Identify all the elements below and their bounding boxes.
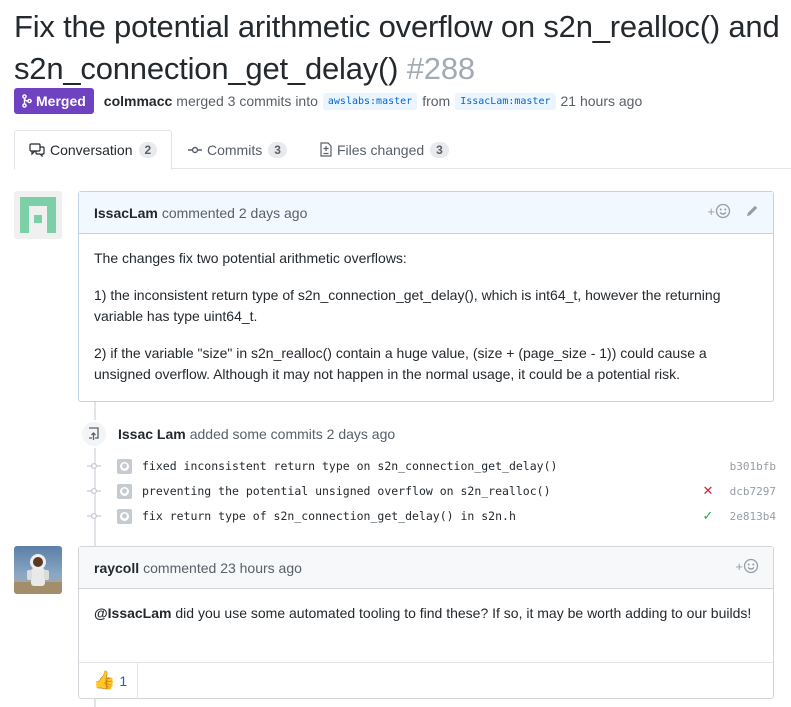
commit-message[interactable]: preventing the potential unsigned overfl… bbox=[142, 484, 701, 498]
event-author[interactable]: Issac Lam bbox=[118, 426, 186, 442]
comment-action: commented bbox=[143, 559, 217, 576]
pr-tabs: Conversation 2 Commits 3 Files changed 3 bbox=[14, 130, 791, 170]
commits-event: Issac Lam added some commits 2 days ago bbox=[80, 420, 395, 448]
pr-title-text: Fix the potential arithmetic overflow on… bbox=[14, 9, 780, 86]
avatar-raycoll[interactable] bbox=[14, 546, 62, 594]
tab-commits-label: Commits bbox=[207, 141, 263, 158]
comment-header: IssacLam commented 2 days ago + bbox=[79, 192, 773, 234]
smiley-icon bbox=[715, 203, 731, 219]
commit-message[interactable]: fixed inconsistent return type on s2n_co… bbox=[142, 459, 701, 473]
commit-avatar-icon bbox=[117, 483, 132, 499]
comment-author[interactable]: raycoll bbox=[94, 560, 139, 576]
git-commit-icon bbox=[188, 146, 202, 153]
tab-files-label: Files changed bbox=[337, 141, 425, 158]
file-diff-icon bbox=[320, 142, 332, 157]
pr-meta: Merged colmmacc merged 3 commits into aw… bbox=[14, 88, 642, 114]
reaction-thumbs-up[interactable]: 👍 1 bbox=[79, 662, 139, 699]
comment-body: The changes fix two potential arithmetic… bbox=[79, 234, 773, 399]
user-mention[interactable]: @IssacLam bbox=[94, 605, 171, 621]
identicon-icon bbox=[14, 191, 62, 239]
comment-paragraph: 1) the inconsistent return type of s2n_c… bbox=[94, 287, 721, 324]
tab-conversation[interactable]: Conversation 2 bbox=[14, 130, 173, 170]
reaction-count: 1 bbox=[119, 672, 128, 689]
git-commit-icon bbox=[86, 462, 102, 470]
tab-commits[interactable]: Commits 3 bbox=[174, 130, 301, 169]
reactions-bar: 👍 1 bbox=[79, 662, 773, 699]
comment-body: @IssacLam did you use some automated too… bbox=[79, 589, 773, 662]
check-success-icon[interactable]: ✓ bbox=[701, 509, 715, 524]
comment-paragraph: 2) if the variable "size" in s2n_realloc… bbox=[94, 345, 707, 382]
merged-label: Merged bbox=[36, 93, 86, 109]
git-commit-icon bbox=[86, 487, 102, 495]
commit-sha[interactable]: dcb7297 bbox=[720, 485, 776, 498]
commit-row: preventing the potential unsigned overfl… bbox=[86, 480, 776, 502]
base-branch[interactable]: awslabs:master bbox=[322, 92, 418, 110]
comment-actions: + bbox=[735, 558, 759, 574]
pencil-icon[interactable] bbox=[745, 204, 759, 218]
event-text: added some commits bbox=[189, 426, 323, 442]
event-time[interactable]: 2 days ago bbox=[327, 426, 396, 442]
comment-author[interactable]: IssacLam bbox=[94, 205, 158, 221]
smiley-icon bbox=[743, 558, 759, 574]
thumbs-up-icon: 👍 bbox=[93, 670, 116, 690]
tab-files-count: 3 bbox=[430, 141, 449, 158]
comment-time[interactable]: 23 hours ago bbox=[220, 560, 302, 576]
x-fail-icon[interactable]: ✕ bbox=[701, 484, 715, 499]
head-branch[interactable]: IssacLam:master bbox=[455, 92, 556, 110]
commit-avatar-icon bbox=[117, 458, 132, 474]
tab-conversation-label: Conversation bbox=[50, 142, 133, 158]
git-merge-icon bbox=[22, 94, 32, 108]
comment-header: raycoll commented 23 hours ago + bbox=[79, 547, 773, 589]
avatar-issaclam[interactable] bbox=[14, 191, 62, 239]
commit-row: fix return type of s2n_connection_get_de… bbox=[86, 505, 776, 527]
astronaut-avatar-icon bbox=[14, 546, 62, 594]
add-reaction-button[interactable]: + bbox=[707, 203, 731, 219]
comment-time[interactable]: 2 days ago bbox=[239, 205, 308, 221]
commit-avatar-icon bbox=[117, 508, 132, 524]
tab-files-changed[interactable]: Files changed 3 bbox=[306, 130, 463, 169]
comment-action: commented bbox=[161, 204, 235, 221]
comment-raycoll: raycoll commented 23 hours ago + @IssacL… bbox=[78, 546, 774, 699]
commit-sha[interactable]: 2e813b4 bbox=[720, 510, 776, 523]
from-text: from bbox=[422, 93, 451, 109]
commit-sha[interactable]: b301bfb bbox=[720, 460, 776, 473]
tab-commits-count: 3 bbox=[268, 141, 287, 158]
commit-message[interactable]: fix return type of s2n_connection_get_de… bbox=[142, 509, 701, 523]
merged-badge: Merged bbox=[14, 88, 94, 114]
comment-discussion-icon bbox=[29, 143, 45, 157]
add-reaction-button[interactable]: + bbox=[735, 558, 759, 574]
pr-title: Fix the potential arithmetic overflow on… bbox=[14, 6, 789, 90]
repo-push-icon bbox=[80, 420, 108, 448]
comment-actions: + bbox=[707, 203, 759, 219]
comment-text: did you use some automated tooling to fi… bbox=[175, 605, 752, 621]
pr-number: #288 bbox=[406, 51, 475, 86]
merge-text: merged 3 commits into bbox=[176, 93, 318, 109]
merge-time[interactable]: 21 hours ago bbox=[561, 93, 643, 109]
merged-by-link[interactable]: colmmacc bbox=[104, 93, 172, 109]
comment-paragraph: @IssacLam did you use some automated too… bbox=[94, 603, 758, 624]
comment-issaclam: IssacLam commented 2 days ago + The chan… bbox=[78, 191, 774, 402]
tab-conversation-count: 2 bbox=[138, 142, 158, 158]
commit-row: fixed inconsistent return type on s2n_co… bbox=[86, 455, 776, 477]
git-commit-icon bbox=[86, 512, 102, 520]
comment-paragraph: The changes fix two potential arithmetic… bbox=[94, 250, 407, 266]
